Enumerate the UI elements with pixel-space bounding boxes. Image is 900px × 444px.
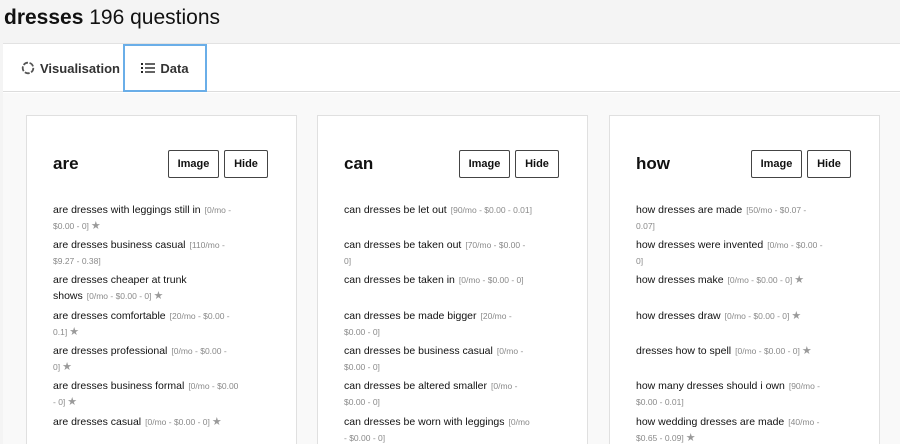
tab-visualisation-label: Visualisation bbox=[40, 60, 120, 76]
question-text[interactable]: are dresses business formal bbox=[53, 380, 184, 392]
question-item: how dresses draw [0/mo - $0.00 - 0] ★ bbox=[636, 308, 826, 324]
card-can: can Image Hide can dresses be let out [90… bbox=[317, 115, 588, 444]
question-item: are dresses cheaper at trunk shows [0/mo … bbox=[53, 272, 243, 304]
circle-icon bbox=[21, 61, 35, 75]
question-text[interactable]: can dresses be taken out bbox=[344, 239, 461, 251]
question-item: can dresses be worn with leggings [0/mo -… bbox=[344, 414, 534, 444]
data-content: are Image Hide are dresses with leggings… bbox=[3, 93, 900, 444]
star-icon[interactable]: ★ bbox=[802, 345, 812, 357]
question-stats: [0/mo - $0.00 - 0] bbox=[724, 311, 790, 321]
question-item: how dresses make [0/mo - $0.00 - 0] ★ bbox=[636, 272, 826, 288]
card-are: are Image Hide are dresses with leggings… bbox=[26, 115, 297, 444]
star-icon[interactable]: ★ bbox=[154, 290, 164, 302]
question-item: are dresses comfortable [20/mo - $0.00 - … bbox=[53, 308, 243, 340]
star-icon[interactable]: ★ bbox=[686, 432, 696, 444]
question-stats: [0/mo - $0.00 - 0] bbox=[458, 275, 524, 285]
question-text[interactable]: can dresses be taken in bbox=[344, 274, 455, 286]
question-stats: [0/mo - $0.00 - 0] bbox=[727, 275, 793, 285]
image-button[interactable]: Image bbox=[751, 150, 802, 178]
question-item: are dresses with leggings still in [0/mo … bbox=[53, 202, 243, 234]
question-item: can dresses be altered smaller [0/mo - $0… bbox=[344, 378, 534, 410]
page-title-keyword: dresses bbox=[4, 6, 84, 29]
question-stats: [90/mo - $0.00 - 0.01] bbox=[450, 205, 533, 215]
card-how: how Image Hide how dresses are made [50/m… bbox=[609, 115, 880, 444]
question-text[interactable]: are dresses casual bbox=[53, 416, 141, 428]
question-stats: [0/mo - $0.00 - 0] bbox=[735, 346, 800, 356]
question-item: are dresses business casual [110/mo - $9.… bbox=[53, 237, 243, 269]
star-icon[interactable]: ★ bbox=[67, 396, 77, 408]
question-text[interactable]: are dresses business casual bbox=[53, 239, 186, 251]
list-icon bbox=[141, 63, 156, 73]
question-text[interactable]: how dresses were invented bbox=[636, 239, 763, 251]
hide-button[interactable]: Hide bbox=[515, 150, 559, 178]
question-stats: [0/mo - $0.00 - 0] bbox=[145, 417, 210, 427]
question-text[interactable]: dresses how to spell bbox=[636, 345, 731, 357]
question-item: can dresses be taken out [70/mo - $0.00 -… bbox=[344, 237, 534, 269]
hide-button[interactable]: Hide bbox=[224, 150, 268, 178]
star-icon[interactable]: ★ bbox=[212, 416, 222, 428]
question-item: are dresses casual [0/mo - $0.00 - 0] ★ bbox=[53, 414, 243, 430]
tab-data-label: Data bbox=[160, 60, 189, 76]
page-header: dresses 196 questions bbox=[0, 0, 900, 43]
question-text[interactable]: how wedding dresses are made bbox=[636, 416, 784, 428]
card-title: are bbox=[53, 154, 79, 173]
question-text[interactable]: are dresses comfortable bbox=[53, 310, 166, 322]
question-item: are dresses professional [0/mo - $0.00 - … bbox=[53, 343, 243, 375]
question-item: how dresses are made [50/mo - $0.07 - 0.0… bbox=[636, 202, 826, 234]
card-title: how bbox=[636, 154, 670, 173]
question-item: can dresses be business casual [0/mo - $0… bbox=[344, 343, 534, 375]
question-text[interactable]: are dresses with leggings still in bbox=[53, 204, 201, 216]
question-text[interactable]: can dresses be made bigger bbox=[344, 310, 477, 322]
question-item: dresses how to spell [0/mo - $0.00 - 0] ★ bbox=[636, 343, 826, 359]
question-item: can dresses be let out [90/mo - $0.00 - 0… bbox=[344, 202, 534, 218]
question-item: how many dresses should i own [90/mo - $0… bbox=[636, 378, 826, 410]
question-item: how wedding dresses are made [40/mo - $0.… bbox=[636, 414, 826, 444]
question-text[interactable]: can dresses be business casual bbox=[344, 345, 493, 357]
star-icon[interactable]: ★ bbox=[791, 310, 801, 322]
question-text[interactable]: how dresses make bbox=[636, 274, 724, 286]
star-icon[interactable]: ★ bbox=[794, 274, 804, 286]
question-item: are dresses business formal [0/mo - $0.00… bbox=[53, 378, 243, 410]
tab-visualisation[interactable]: Visualisation bbox=[21, 44, 121, 92]
main-panel: Visualisation Data are Image Hide are dr… bbox=[3, 43, 900, 444]
image-button[interactable]: Image bbox=[168, 150, 219, 178]
question-text[interactable]: how dresses are made bbox=[636, 204, 742, 216]
question-text[interactable]: can dresses be altered smaller bbox=[344, 380, 487, 392]
question-text[interactable]: how many dresses should i own bbox=[636, 380, 785, 392]
question-item: how dresses were invented [0/mo - $0.00 -… bbox=[636, 237, 826, 269]
tab-bar: Visualisation Data bbox=[3, 44, 900, 92]
star-icon[interactable]: ★ bbox=[91, 220, 101, 232]
tab-data[interactable]: Data bbox=[123, 44, 207, 92]
question-stats: [0/mo - $0.00 - 0] bbox=[86, 291, 152, 301]
image-button[interactable]: Image bbox=[459, 150, 510, 178]
page-title-count: 196 questions bbox=[89, 6, 221, 29]
question-text[interactable]: can dresses be worn with leggings bbox=[344, 416, 505, 428]
card-title: can bbox=[344, 154, 374, 173]
page-title: dresses 196 questions bbox=[4, 6, 220, 30]
star-icon[interactable]: ★ bbox=[62, 361, 72, 373]
question-text[interactable]: are dresses professional bbox=[53, 345, 167, 357]
hide-button[interactable]: Hide bbox=[807, 150, 851, 178]
star-icon[interactable]: ★ bbox=[69, 326, 79, 338]
question-text[interactable]: can dresses be let out bbox=[344, 204, 447, 216]
question-item: can dresses be taken in [0/mo - $0.00 - 0… bbox=[344, 272, 534, 288]
question-text[interactable]: how dresses draw bbox=[636, 310, 721, 322]
question-item: can dresses be made bigger [20/mo - $0.00… bbox=[344, 308, 534, 340]
